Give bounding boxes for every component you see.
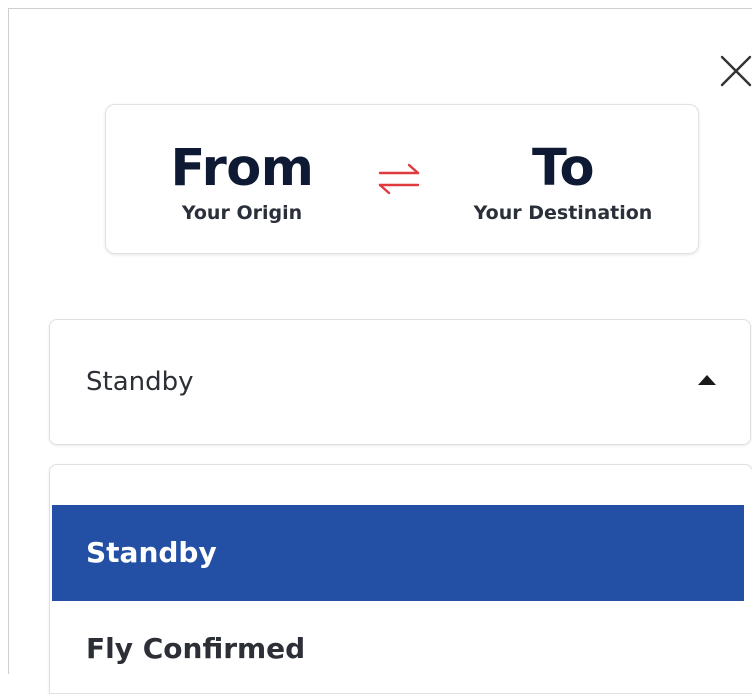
destination-sublabel: Your Destination bbox=[473, 202, 653, 224]
swap-arrows-icon[interactable] bbox=[374, 161, 424, 197]
fare-type-select[interactable]: Standby bbox=[49, 319, 751, 445]
close-icon bbox=[720, 55, 752, 87]
dropdown-option-standby[interactable]: Standby bbox=[52, 505, 744, 601]
route-selector-card: From Your Origin To Your Destination bbox=[105, 104, 699, 254]
dropdown-option-fly-confirmed[interactable]: Fly Confirmed bbox=[52, 601, 744, 693]
destination-selector[interactable]: To Your Destination bbox=[448, 141, 678, 225]
close-button[interactable] bbox=[714, 49, 752, 93]
fare-type-selected-value: Standby bbox=[86, 367, 194, 397]
fare-type-dropdown: Standby Fly Confirmed bbox=[49, 464, 752, 694]
origin-label: From bbox=[170, 139, 314, 198]
origin-sublabel: Your Origin bbox=[181, 202, 303, 224]
destination-label: To bbox=[531, 139, 595, 198]
booking-panel: From Your Origin To Your Destination Sta… bbox=[8, 8, 752, 694]
origin-selector[interactable]: From Your Origin bbox=[162, 141, 322, 225]
caret-up-icon bbox=[698, 375, 716, 385]
